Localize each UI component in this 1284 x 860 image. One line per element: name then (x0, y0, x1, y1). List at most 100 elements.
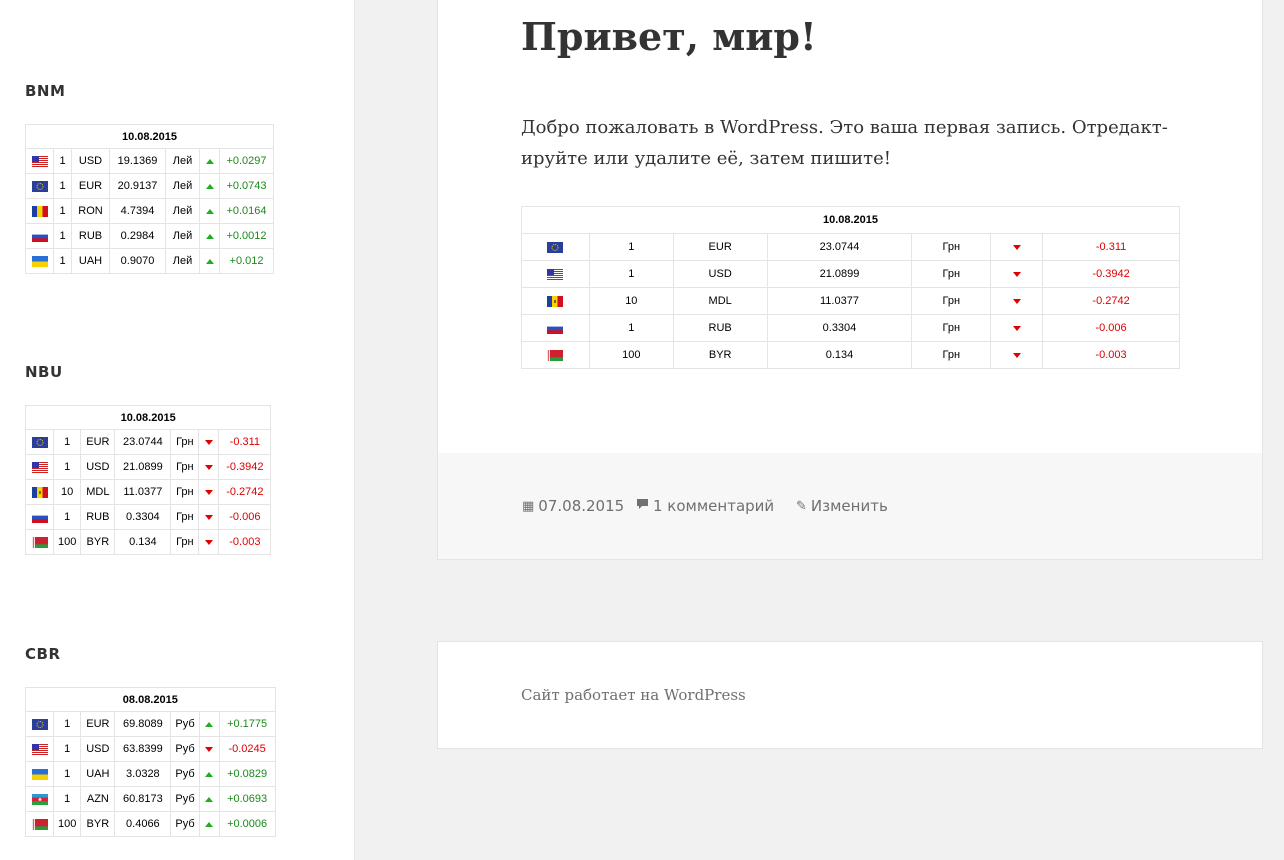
nominal-cell: 1 (52, 761, 82, 787)
eu-flag-icon (31, 180, 48, 192)
trend-cell (990, 314, 1044, 342)
currency-code-cell: RUB (672, 314, 768, 342)
us-flag-icon (31, 461, 48, 473)
rate-cell: 63.8399 (114, 736, 172, 762)
trend-cell (199, 148, 220, 174)
flag-cell (521, 260, 590, 288)
trend-cell (198, 504, 220, 530)
trend-cell (198, 529, 220, 555)
nominal-cell: 10 (52, 479, 82, 505)
flag-cell (25, 811, 54, 837)
rate-cell: 11.0377 (114, 479, 172, 505)
arrow-down-icon (204, 439, 213, 445)
footer-credit-link[interactable]: Сайт работает на WordPress (521, 686, 746, 704)
unit-cell: Лей (165, 148, 200, 174)
rate-row: 1 RUB 0.2984 Лей +0.0012 (25, 223, 274, 249)
arrow-down-icon (205, 746, 214, 752)
flag-cell (25, 223, 54, 249)
change-cell: -0.311 (1042, 233, 1180, 261)
unit-cell: Лей (165, 173, 200, 199)
ua-flag-icon (31, 768, 48, 781)
nominal-cell: 1 (53, 223, 72, 249)
post-date-text[interactable]: 07.08.2015 (538, 497, 624, 515)
trend-cell (990, 341, 1044, 369)
nominal-cell: 1 (53, 198, 72, 224)
unit-cell: Грн (911, 233, 992, 261)
currency-code-cell: USD (80, 736, 116, 762)
arrow-up-icon (205, 183, 214, 189)
calendar-icon: ▦ (522, 498, 535, 514)
nominal-cell: 10 (588, 287, 674, 315)
unit-cell: Грн (911, 287, 992, 315)
arrow-up-icon (205, 771, 214, 777)
rate-cell: 0.3304 (114, 504, 172, 530)
change-cell: +0.0012 (219, 223, 274, 249)
arrow-down-icon (1012, 244, 1021, 250)
currency-code-cell: EUR (80, 711, 116, 737)
currency-code-cell: MDL (672, 287, 768, 315)
post-comments[interactable]: 1 комментарий (636, 497, 774, 515)
rate-row: 1 AZN 60.8173 Руб +0.0693 (25, 786, 276, 812)
nominal-cell: 1 (53, 248, 72, 274)
rate-cell: 69.8089 (114, 711, 172, 737)
rate-cell: 0.3304 (766, 314, 913, 342)
arrow-down-icon (204, 539, 213, 545)
az-flag-icon (31, 793, 48, 805)
arrow-down-icon (1012, 298, 1021, 304)
change-cell: +0.012 (219, 248, 274, 274)
date-header-row: 08.08.2015 (25, 687, 276, 712)
currency-code-cell: USD (80, 454, 116, 480)
arrow-up-icon (205, 258, 214, 264)
unit-cell: Грн (170, 454, 200, 480)
unit-cell: Лей (165, 198, 200, 224)
rate-cell: 23.0744 (114, 429, 172, 455)
by-flag-icon (31, 818, 48, 830)
flag-cell (25, 248, 54, 274)
ru-flag-icon (31, 230, 48, 242)
edit-link[interactable]: Изменить (811, 497, 888, 515)
rate-row: 1 UAH 0.9070 Лей +0.012 (25, 248, 274, 274)
post-title[interactable]: Привет, мир! (521, 14, 817, 59)
widget-title: CBR (25, 645, 61, 663)
currency-code-cell: RON (71, 198, 110, 224)
trend-cell (198, 786, 220, 812)
change-cell: -0.2742 (218, 479, 272, 505)
us-flag-icon (31, 743, 48, 755)
currency-code-cell: UAH (71, 248, 110, 274)
post-edit[interactable]: ✎ Изменить (796, 497, 888, 515)
comments-link[interactable]: 1 комментарий (653, 497, 774, 515)
date-header-row: 10.08.2015 (25, 124, 274, 149)
rate-row: 1 USD 21.0899 Грн -0.3942 (25, 454, 272, 480)
unit-cell: Грн (170, 429, 200, 455)
change-cell: +0.0693 (218, 786, 276, 812)
post-article: Привет, мир! Добро пожаловать в WordPres… (437, 0, 1263, 560)
date-header-row: 10.08.2015 (521, 206, 1180, 234)
md-flag-icon (31, 486, 48, 498)
post-date[interactable]: ▦ 07.08.2015 (522, 497, 624, 515)
sidebar: BNM 10.08.2015 1 USD 19.1369 Лей +0.0297 1 EUR 2… (0, 0, 355, 860)
widget-title: NBU (25, 363, 63, 381)
flag-cell (25, 479, 54, 505)
us-flag-icon (547, 268, 564, 280)
trend-cell (199, 223, 220, 249)
rates-table: 10.08.2015 1 USD 19.1369 Лей +0.0297 1 EUR 20.91… (25, 124, 274, 274)
arrow-up-icon (205, 721, 214, 727)
currency-code-cell: EUR (672, 233, 768, 261)
change-cell: +0.1775 (218, 711, 276, 737)
trend-cell (199, 173, 220, 199)
flag-cell (25, 198, 54, 224)
trend-cell (198, 811, 220, 837)
flag-cell (25, 454, 54, 480)
rates-date: 10.08.2015 (25, 124, 274, 149)
change-cell: -0.3942 (218, 454, 272, 480)
widget-cbr: CBR 08.08.2015 1 EUR 69.8089 Руб +0.1775 1 USD 6… (25, 645, 276, 837)
rate-row: 1 USD 21.0899 Грн -0.3942 (521, 260, 1180, 288)
widget-nbu: NBU 10.08.2015 1 EUR 23.0744 Грн -0.311 1 USD 21… (24, 363, 272, 555)
change-cell: +0.0297 (219, 148, 274, 174)
nominal-cell: 1 (588, 260, 674, 288)
trend-cell (198, 429, 220, 455)
change-cell: +0.0006 (218, 811, 276, 837)
rate-cell: 19.1369 (109, 148, 166, 174)
rate-cell: 23.0744 (766, 233, 913, 261)
flag-cell (25, 711, 54, 737)
